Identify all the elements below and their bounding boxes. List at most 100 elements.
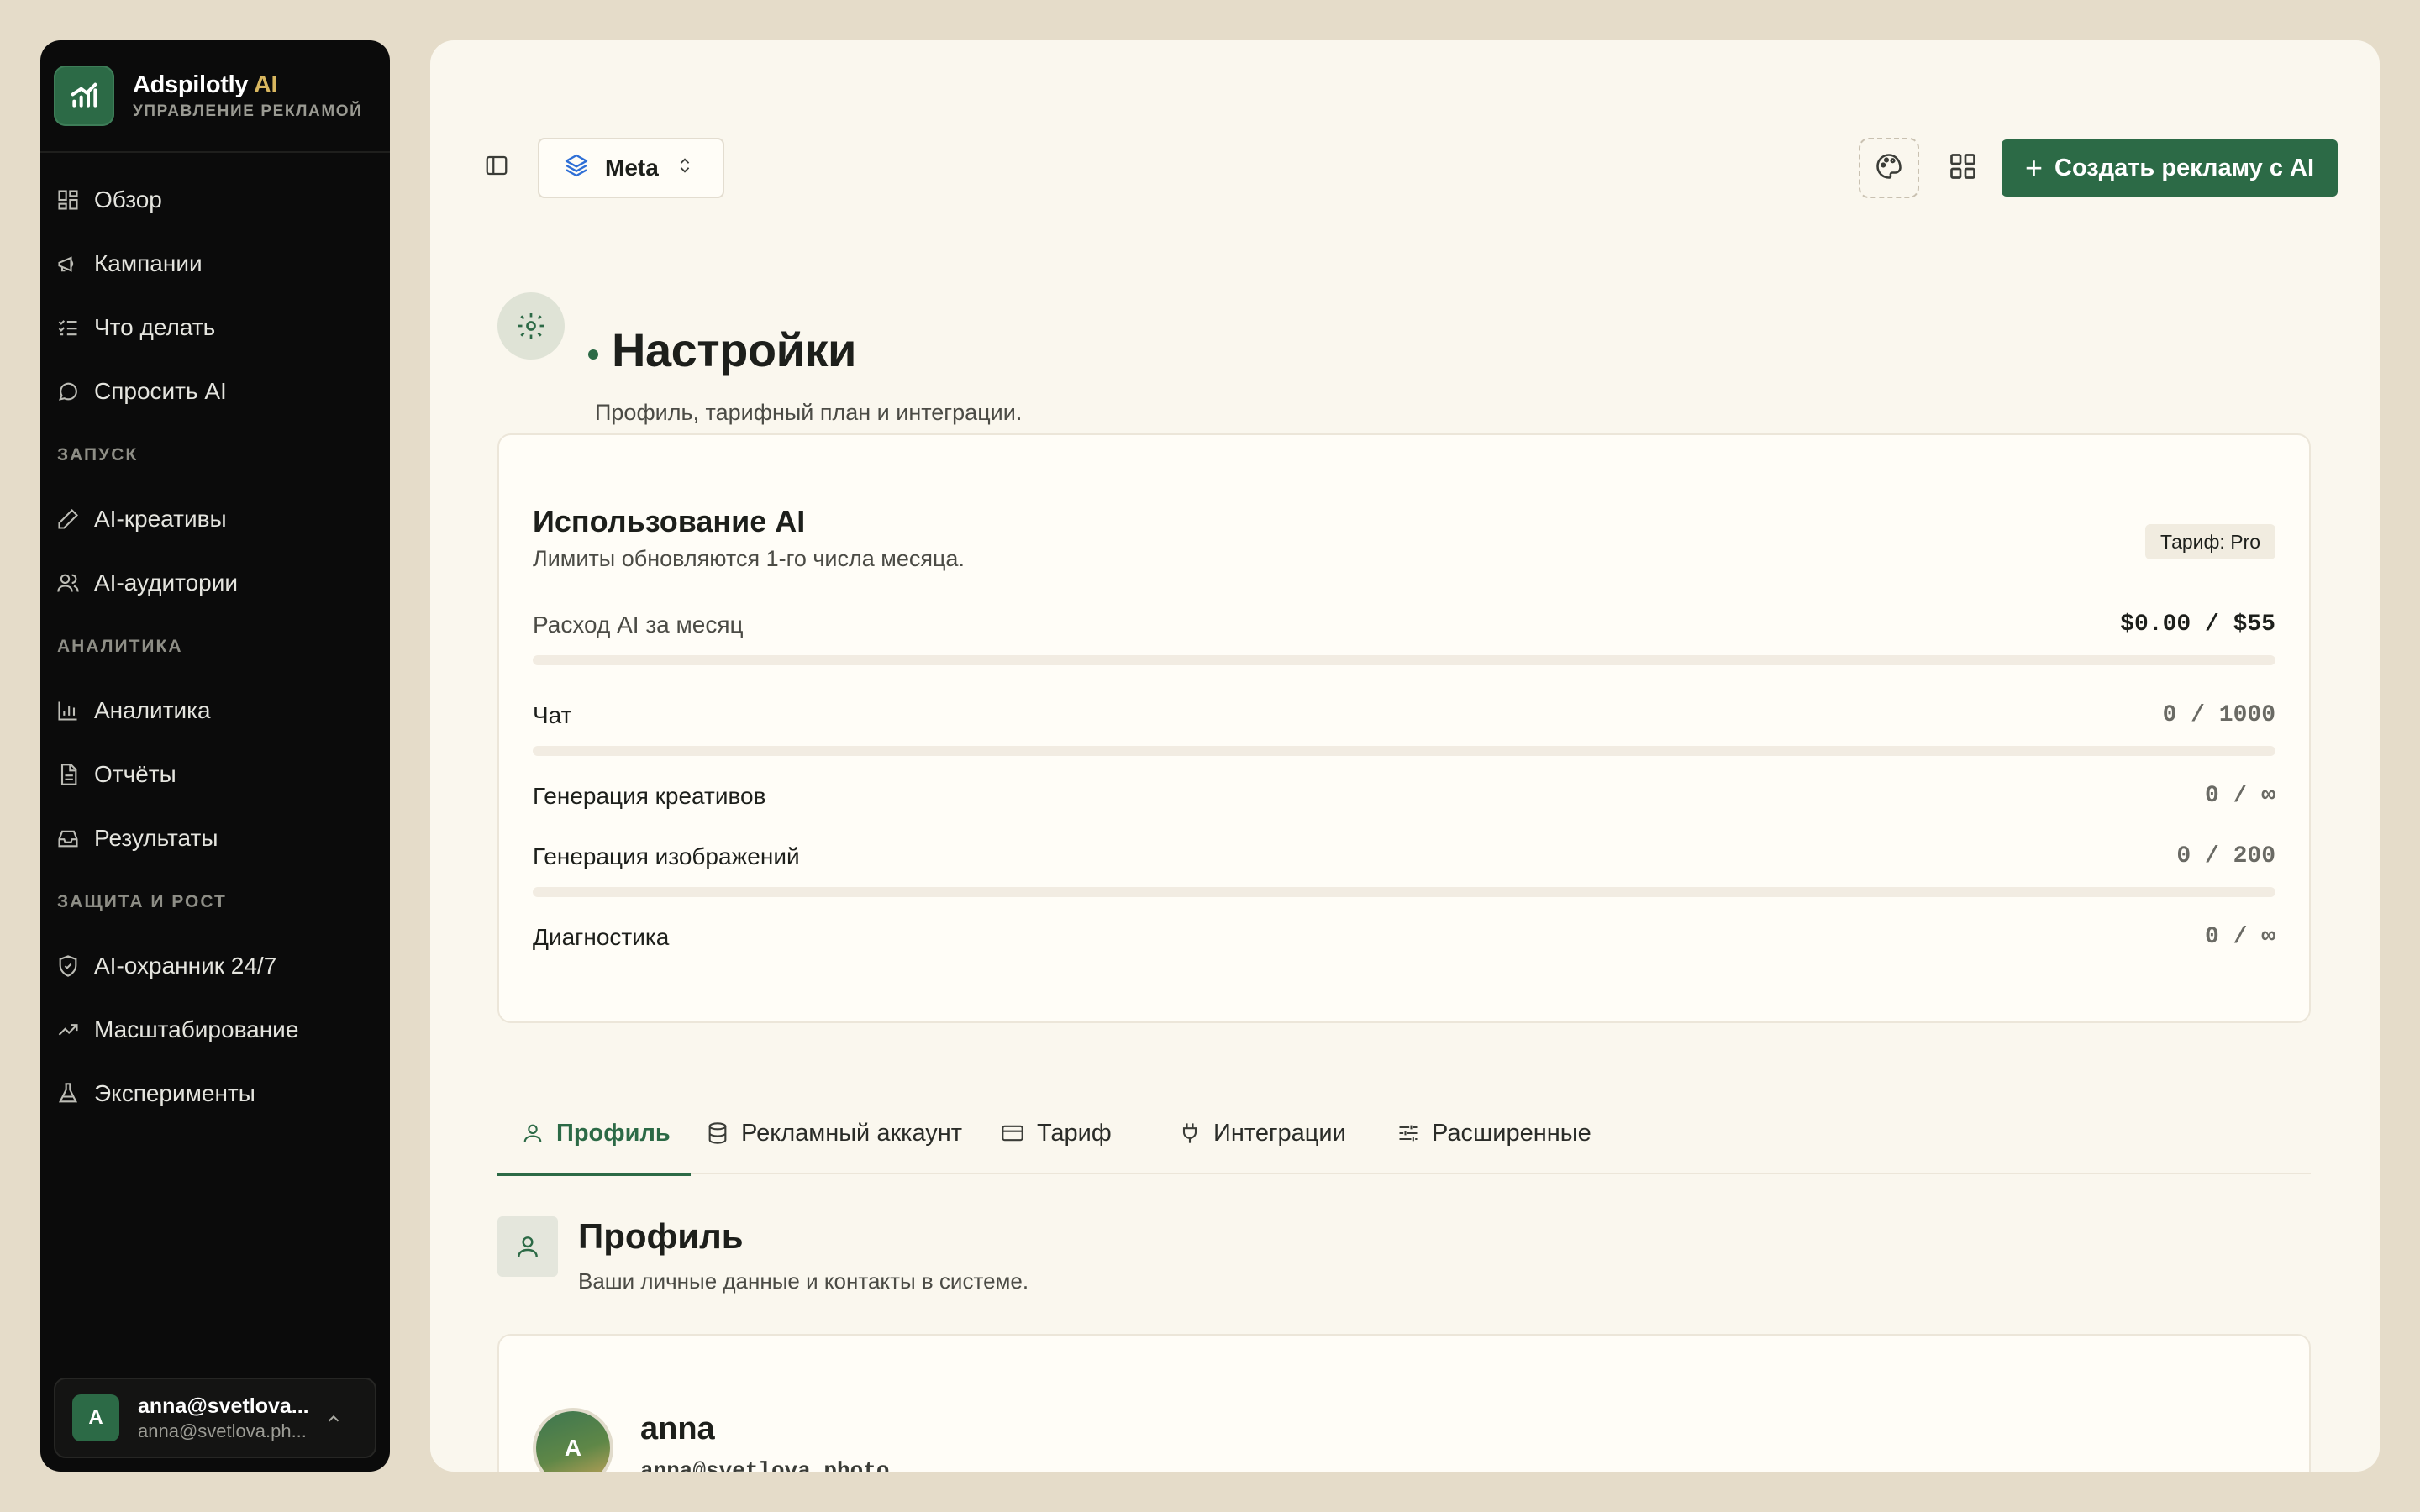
users-icon [55,570,81,596]
credit-card-icon [1002,1125,1023,1142]
profile-card: A anna anna@svetlova.photo [497,1334,2311,1472]
usage-row-creatives: Генерация креативов 0 / ∞ [533,783,2275,816]
create-ad-button[interactable]: + Создать рекламу с AI [2002,139,2338,197]
user-menu[interactable]: A anna@svetlova... anna@svetlova.ph... [54,1378,376,1458]
sidebar-item-ai-guard[interactable]: AI-охранник 24/7 [40,934,390,998]
sidebar-item-ask-ai[interactable]: Спросить AI [40,360,390,423]
section-launch: ЗАПУСК [57,445,139,465]
settings-tabs: Профиль Рекламный аккаунт Тариф Интеграц… [497,1092,2311,1176]
database-icon [708,1122,727,1144]
tab-advanced[interactable]: Расширенные [1397,1092,1591,1174]
main-content: Meta + Создать рекламу с AI Настройки Пр… [430,40,2380,1472]
sidebar-item-label: AI-креативы [94,506,227,532]
pen-icon [55,507,81,532]
brand[interactable]: Adspilotly AI УПРАВЛЕНИЕ РЕКЛАМОЙ [40,40,390,153]
sidebar-item-campaigns[interactable]: Кампании [40,232,390,296]
document-icon [55,762,81,787]
sidebar-item-results[interactable]: Результаты [40,806,390,870]
brand-subtitle: УПРАВЛЕНИЕ РЕКЛАМОЙ [133,102,363,120]
usage-progress-bar [533,655,2275,665]
topbar: Meta + Создать рекламу с AI [430,40,2380,208]
layers-icon [563,152,590,185]
sidebar-item-label: Эксперименты [94,1080,255,1106]
sidebar-item-ai-audiences[interactable]: AI-аудитории [40,551,390,615]
sidebar-nav: Обзор Кампании Что делать Спросить AI ЗА… [40,153,390,1126]
sidebar-item-reports[interactable]: Отчёты [40,743,390,806]
trend-up-icon [55,1017,81,1042]
sidebar-item-label: Обзор [94,186,162,213]
tab-label: Расширенные [1432,1119,1591,1147]
tab-label: Профиль [556,1119,671,1147]
tab-label: Тариф [1037,1119,1112,1147]
usage-title: Использование AI [533,504,806,538]
megaphone-icon [55,251,81,276]
usage-progress-bar [533,746,2275,756]
user-email: anna@svetlova.ph... [138,1420,307,1441]
usage-label: Диагностика [533,924,670,950]
section-growth: ЗАЩИТА И РОСТ [57,892,227,911]
dashboard-icon [55,187,81,213]
sidebar-item-label: Результаты [94,825,218,851]
tab-plan[interactable]: Тариф [1000,1092,1112,1174]
settings-gear-icon [497,292,565,360]
tab-integrations[interactable]: Интеграции [1178,1092,1346,1174]
usage-label: Генерация креативов [533,783,766,809]
tab-profile[interactable]: Профиль [497,1092,691,1176]
page-subtitle: Профиль, тарифный план и интеграции. [595,400,1023,425]
tab-ad-account[interactable]: Рекламный аккаунт [706,1092,962,1174]
usage-value: $0.00 / $55 [2120,612,2275,638]
sidebar-item-analytics[interactable]: Аналитика [40,679,390,743]
chevron-updown-icon [676,154,694,183]
platform-select[interactable]: Meta [538,138,724,198]
create-ad-label: Создать рекламу с AI [2054,154,2315,181]
sidebar-toggle-icon[interactable] [484,153,511,180]
sidebar-item-experiments[interactable]: Эксперименты [40,1062,390,1126]
section-analytics: АНАЛИТИКА [57,637,183,656]
sidebar-item-overview[interactable]: Обзор [40,168,390,232]
usage-label: Генерация изображений [533,843,800,869]
title-dot [588,349,598,360]
usage-label: Чат [533,702,572,728]
user-avatar: A [72,1394,119,1441]
grid-icon [1948,151,1978,186]
plug-icon [1182,1123,1197,1143]
tab-label: Рекламный аккаунт [741,1119,963,1147]
apps-grid-button[interactable] [1939,144,1986,192]
profile-avatar[interactable]: A [536,1411,610,1472]
theme-palette-button[interactable] [1859,138,1919,198]
palette-icon [1874,151,1904,186]
sidebar-item-label: Масштабирование [94,1016,299,1042]
sidebar-item-label: Спросить AI [94,378,227,404]
sidebar: Adspilotly AI УПРАВЛЕНИЕ РЕКЛАМОЙ Обзор … [40,40,390,1472]
usage-row-diagnostics: Диагностика 0 / ∞ [533,924,2275,958]
user-name: anna@svetlova... [138,1394,309,1418]
sidebar-item-label: AI-охранник 24/7 [94,953,277,979]
usage-subtitle: Лимиты обновляются 1-го числа месяца. [533,546,965,571]
ai-usage-card: Использование AI Лимиты обновляются 1-го… [497,433,2311,1023]
sidebar-item-label: Кампании [94,250,203,276]
sidebar-item-scaling[interactable]: Масштабирование [40,998,390,1062]
sidebar-item-label: Отчёты [94,761,176,787]
usage-value: 0 / 200 [2176,843,2275,869]
profile-subtitle: Ваши личные данные и контакты в системе. [578,1268,1029,1294]
chat-bubble-icon [55,379,81,404]
profile-name: anna [640,1411,715,1446]
page-title: Настройки [612,323,856,376]
sidebar-item-label: Что делать [94,314,216,340]
profile-section-header: Профиль Ваши личные данные и контакты в … [497,1174,1506,1294]
sidebar-item-label: Аналитика [94,697,211,723]
inbox-icon [55,826,81,851]
usage-row-spend: Расход AI за месяц $0.00 / $55 [533,612,2275,665]
brand-name: Adspilotly AI [133,71,278,98]
sidebar-item-ai-creatives[interactable]: AI-креативы [40,487,390,551]
usage-label: Расход AI за месяц [533,612,744,638]
usage-value: 0 / ∞ [2204,783,2275,809]
logo-chart-icon [54,66,114,126]
profile-title: Профиль [578,1216,744,1256]
flask-icon [55,1081,81,1106]
plus-icon: + [2024,150,2043,185]
platform-select-value: Meta [605,155,659,181]
sidebar-item-todo[interactable]: Что делать [40,296,390,360]
checklist-icon [55,315,81,340]
user-icon [523,1124,542,1142]
